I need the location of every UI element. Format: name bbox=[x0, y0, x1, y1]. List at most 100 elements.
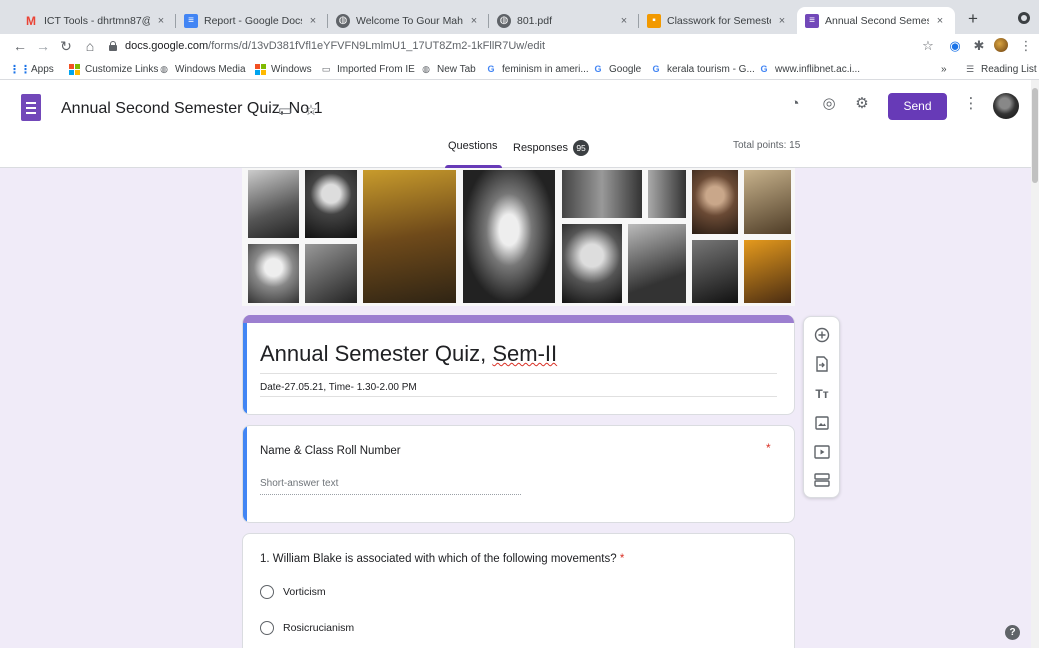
radio-button[interactable] bbox=[260, 621, 274, 635]
bookmark-label: Windows Media bbox=[175, 63, 246, 75]
bookmark-windows-media[interactable]: ◍ Windows Media bbox=[158, 61, 246, 77]
google-forms-logo-icon[interactable] bbox=[21, 94, 41, 121]
tab-responses[interactable]: Responses 95 bbox=[513, 140, 590, 156]
bookmark-label: Google bbox=[609, 63, 642, 75]
bookmark-feminism[interactable]: G feminism in ameri... bbox=[485, 61, 589, 77]
bookmark-label: Windows bbox=[271, 63, 312, 75]
close-icon[interactable]: × bbox=[306, 15, 320, 27]
form-title[interactable]: Annual Semester Quiz, Sem-II bbox=[260, 341, 557, 367]
bookmark-customize-links[interactable]: Customize Links bbox=[68, 61, 158, 77]
question-card-blake[interactable]: 1. William Blake is associated with whic… bbox=[242, 533, 795, 648]
reading-list-button[interactable]: ☰ Reading List bbox=[964, 61, 1037, 77]
portrait-painting bbox=[692, 170, 738, 234]
bookmark-windows[interactable]: Windows bbox=[254, 61, 312, 77]
import-questions-icon[interactable] bbox=[813, 355, 831, 373]
bookmark-label: New Tab bbox=[437, 63, 476, 75]
bookmark-label: www.inflibnet.ac.i... bbox=[775, 63, 861, 75]
portrait-painting bbox=[744, 170, 791, 234]
avatar[interactable] bbox=[993, 93, 1019, 119]
help-icon[interactable]: ? bbox=[1005, 625, 1020, 640]
short-answer-field: Short-answer text bbox=[260, 478, 521, 495]
tab-title: 801.pdf bbox=[517, 14, 553, 27]
home-icon[interactable]: ⌂ bbox=[80, 36, 100, 56]
docs-icon: ≡ bbox=[184, 13, 198, 28]
bookmark-star-icon[interactable]: ☆ bbox=[920, 38, 936, 54]
settings-gear-icon[interactable]: ⚙ bbox=[852, 94, 872, 114]
bookmark-label: feminism in ameri... bbox=[502, 63, 589, 75]
profile-icon[interactable] bbox=[994, 38, 1008, 52]
browser-tab-college[interactable]: ◍ Welcome To Gour Mahavid × bbox=[328, 7, 489, 34]
tab-title: Classwork for Semester-II bbox=[667, 14, 771, 27]
required-asterisk: * bbox=[619, 553, 625, 565]
browser-tab-gmail[interactable]: M ICT Tools - dhrtmn87@gma × bbox=[16, 7, 176, 34]
browser-tab-pdf[interactable]: ◍ 801.pdf × bbox=[489, 7, 639, 34]
bookmark-label: Imported From IE bbox=[337, 63, 415, 75]
bookmarks-bar: ⋮⋮ Apps Customize Links ◍ Windows Media … bbox=[0, 58, 1039, 80]
tab-questions[interactable]: Questions bbox=[448, 140, 498, 152]
option-vorticism[interactable]: Vorticism bbox=[260, 584, 326, 600]
question-toolbar: Tт bbox=[803, 316, 840, 498]
form-title-card[interactable]: Annual Semester Quiz, Sem-II Date-27.05.… bbox=[242, 315, 795, 415]
add-title-description-icon[interactable]: Tт bbox=[813, 385, 831, 403]
close-icon[interactable]: × bbox=[617, 15, 631, 27]
add-image-icon[interactable] bbox=[813, 414, 831, 432]
close-icon[interactable]: × bbox=[467, 15, 481, 27]
form-description[interactable]: Date-27.05.21, Time- 1.30-2.00 PM bbox=[260, 382, 417, 393]
bookmarks-overflow-button[interactable]: » bbox=[941, 61, 947, 77]
bookmark-google[interactable]: G Google bbox=[592, 61, 641, 77]
radio-button[interactable] bbox=[260, 585, 274, 599]
google-g-icon: G bbox=[594, 64, 602, 74]
browser-menu-icon[interactable]: ⋮ bbox=[1018, 38, 1034, 54]
classroom-icon: ▪ bbox=[647, 13, 661, 28]
bookmark-imported-from-ie[interactable]: ▭ Imported From IE bbox=[320, 61, 415, 77]
lock-icon bbox=[108, 41, 118, 51]
windows-logo-icon bbox=[68, 63, 80, 75]
page-scrollbar[interactable] bbox=[1031, 80, 1039, 648]
add-video-icon[interactable] bbox=[813, 443, 831, 461]
url-domain: docs.google.com bbox=[125, 40, 209, 52]
bookmark-new-tab[interactable]: ◍ New Tab bbox=[420, 61, 476, 77]
scrollbar-thumb[interactable] bbox=[1032, 88, 1038, 183]
close-icon[interactable]: × bbox=[933, 15, 947, 27]
globe-icon: ◍ bbox=[336, 13, 350, 28]
reading-list-icon: ☰ bbox=[965, 63, 975, 74]
close-icon[interactable]: × bbox=[775, 15, 789, 27]
tab-search-icon[interactable] bbox=[1018, 12, 1030, 24]
option-label: Vorticism bbox=[283, 586, 326, 598]
back-arrow-icon[interactable]: ← bbox=[10, 36, 30, 56]
portrait-photo bbox=[562, 224, 622, 303]
forms-header: Annual Second Semester Quiz, No.1 ▭ ☆ ◔ … bbox=[0, 80, 1031, 168]
folder-icon[interactable]: ▭ bbox=[275, 101, 295, 121]
title-card-accent bbox=[243, 315, 794, 323]
portrait-photo bbox=[628, 224, 686, 303]
tab-title: Welcome To Gour Mahavid bbox=[356, 14, 463, 27]
puzzle-extensions-icon[interactable]: ✱ bbox=[971, 38, 987, 54]
portrait-photo bbox=[463, 170, 555, 303]
add-section-icon[interactable] bbox=[813, 471, 831, 489]
forward-arrow-icon[interactable]: → bbox=[33, 36, 53, 56]
tab-responses-label: Responses bbox=[513, 141, 569, 154]
question-title: Name & Class Roll Number bbox=[260, 445, 401, 457]
bookmark-inflibnet[interactable]: G www.inflibnet.ac.i... bbox=[758, 61, 860, 77]
bookmark-kerala-tourism[interactable]: G kerala tourism - G... bbox=[650, 61, 754, 77]
bookmark-apps[interactable]: ⋮⋮ Apps bbox=[9, 61, 54, 77]
preview-eye-icon[interactable]: ◎ bbox=[819, 94, 839, 114]
browser-tab-classroom[interactable]: ▪ Classwork for Semester-II × bbox=[639, 7, 797, 34]
extension-icon[interactable]: ◉ bbox=[947, 38, 963, 54]
browser-tab-docs[interactable]: ≡ Report - Google Docs × bbox=[176, 7, 328, 34]
palette-icon[interactable]: ◔ bbox=[785, 94, 805, 114]
close-icon[interactable]: × bbox=[154, 15, 168, 27]
star-icon[interactable]: ☆ bbox=[301, 101, 321, 121]
option-rosicrucianism[interactable]: Rosicrucianism bbox=[260, 620, 354, 636]
add-question-icon[interactable] bbox=[813, 326, 831, 344]
address-bar[interactable]: docs.google.com/forms/d/13vD381fVfl1eYFV… bbox=[108, 36, 908, 56]
portrait-photo bbox=[305, 244, 357, 303]
new-tab-button[interactable]: + bbox=[962, 9, 984, 31]
question-card-name[interactable]: Name & Class Roll Number * Short-answer … bbox=[242, 425, 795, 523]
browser-tab-forms-active[interactable]: ≡ Annual Second Semester Q × bbox=[797, 7, 955, 34]
send-button[interactable]: Send bbox=[888, 93, 947, 120]
reload-icon[interactable]: ↻ bbox=[56, 36, 76, 56]
bookmark-label: Apps bbox=[31, 63, 54, 75]
portrait-painting bbox=[744, 240, 791, 303]
more-options-icon[interactable]: ⋮ bbox=[961, 94, 981, 114]
